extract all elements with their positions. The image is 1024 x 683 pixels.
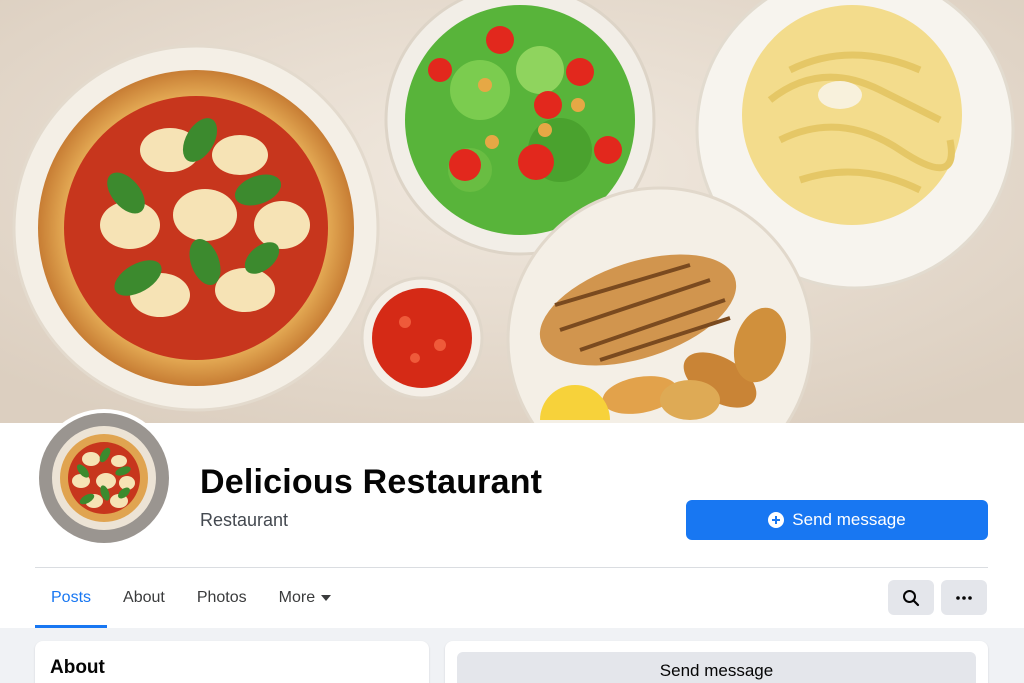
tab-label: About: [123, 589, 165, 606]
tab-label: Posts: [51, 589, 92, 606]
avatar-image: [39, 413, 169, 543]
avatar[interactable]: [35, 409, 173, 547]
tab-more[interactable]: More: [263, 568, 347, 628]
page-title: Delicious Restaurant: [200, 463, 543, 501]
search-icon: [903, 589, 920, 606]
send-message-button[interactable]: Send message: [686, 500, 988, 540]
send-message-secondary-button[interactable]: Send message: [457, 652, 976, 683]
send-message-label: Send message: [792, 510, 906, 529]
more-options-button[interactable]: [941, 580, 987, 615]
plus-circle-icon: [768, 512, 785, 528]
page-category: Restaurant: [200, 510, 289, 530]
tab-about[interactable]: About: [107, 568, 181, 628]
about-card: About: [35, 641, 429, 683]
cover-image: [0, 0, 1024, 423]
search-button[interactable]: [888, 580, 934, 615]
tab-label: More: [278, 589, 316, 606]
profile-tabs: Posts About Photos More: [35, 568, 347, 628]
about-heading: About: [50, 657, 105, 678]
more-options-icon: [956, 595, 972, 600]
tab-label: Photos: [196, 589, 247, 606]
tab-photos[interactable]: Photos: [181, 568, 263, 628]
page: Delicious Restaurant Restaurant Send mes…: [0, 0, 1024, 683]
caret-down-icon: [321, 595, 332, 601]
tab-posts[interactable]: Posts: [35, 568, 108, 628]
cover-photo[interactable]: [0, 0, 1024, 423]
message-card: Send message: [445, 641, 988, 683]
